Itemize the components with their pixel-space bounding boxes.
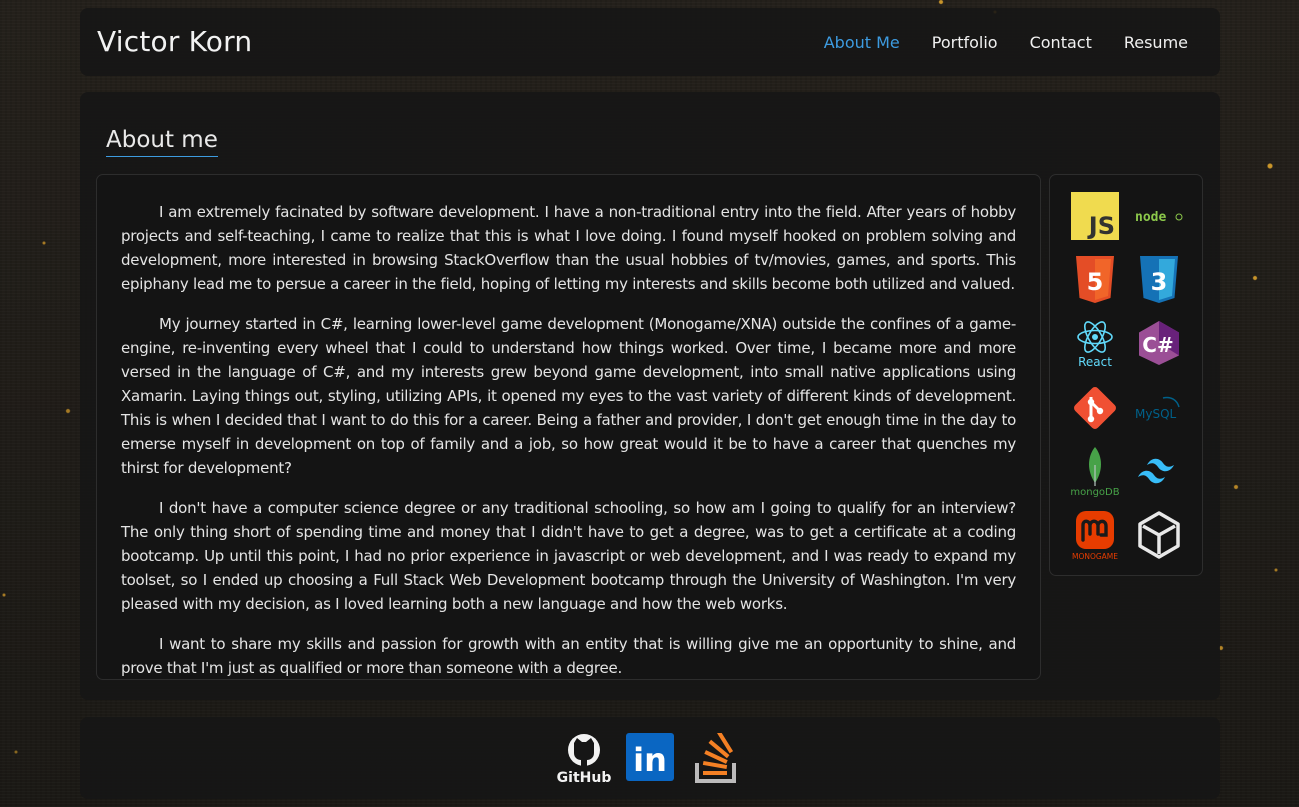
mongodb-icon: mongoDB [1069,445,1121,497]
mysql-label: MySQL [1135,407,1177,421]
bio-paragraph-2: My journey started in C#, learning lower… [121,315,1016,477]
nodejs-label: node [1135,210,1166,225]
html5-label: 5 [1087,268,1104,296]
unity-icon [1133,509,1185,561]
linkedin-icon: in [626,733,674,781]
stackoverflow-link[interactable] [694,730,738,787]
csharp-icon: C# [1133,317,1185,369]
git-icon [1069,382,1121,434]
stackoverflow-icon [695,730,736,783]
site-footer: GitHub in [80,717,1220,799]
about-section: About me I am extremely facinated by sof… [80,92,1220,700]
nav-about-me[interactable]: About Me [824,33,900,52]
html5-icon: 5 [1069,253,1121,305]
skills-card: JS node 5 3 React C# MySQL mongoDB MONOG… [1049,174,1203,576]
mysql-icon: MySQL [1133,382,1185,434]
monogame-icon: MONOGAME [1069,509,1121,561]
github-icon: GitHub [557,734,611,786]
site-header: Victor Korn About Me Portfolio Contact R… [80,8,1220,76]
css3-icon: 3 [1133,253,1185,305]
nav-portfolio[interactable]: Portfolio [932,33,998,52]
bio-paragraph-4: I want to share my skills and passion fo… [121,635,1016,677]
linkedin-label: in [633,741,667,779]
react-label: React [1078,355,1112,369]
nav-contact[interactable]: Contact [1030,33,1092,52]
monogame-label: MONOGAME [1072,552,1118,561]
github-label: GitHub [557,770,611,785]
github-link[interactable]: GitHub [557,733,611,789]
javascript-label: JS [1087,212,1115,240]
csharp-label: C# [1142,333,1173,357]
site-brand[interactable]: Victor Korn [97,25,252,58]
linkedin-link[interactable]: in [626,733,674,785]
bio-paragraph-1: I am extremely facinated by software dev… [121,203,1016,293]
about-heading: About me [106,127,218,157]
bio-paragraph-3: I don't have a computer science degree o… [121,499,1016,613]
tailwind-icon [1133,445,1185,497]
nodejs-icon: node [1133,190,1185,242]
react-icon: React [1069,317,1121,369]
javascript-icon: JS [1069,190,1121,242]
mongodb-label: mongoDB [1070,487,1119,497]
main-nav: About Me Portfolio Contact Resume [824,33,1188,52]
nav-resume[interactable]: Resume [1124,33,1188,52]
bio-card: I am extremely facinated by software dev… [96,174,1041,680]
css3-label: 3 [1151,268,1168,296]
